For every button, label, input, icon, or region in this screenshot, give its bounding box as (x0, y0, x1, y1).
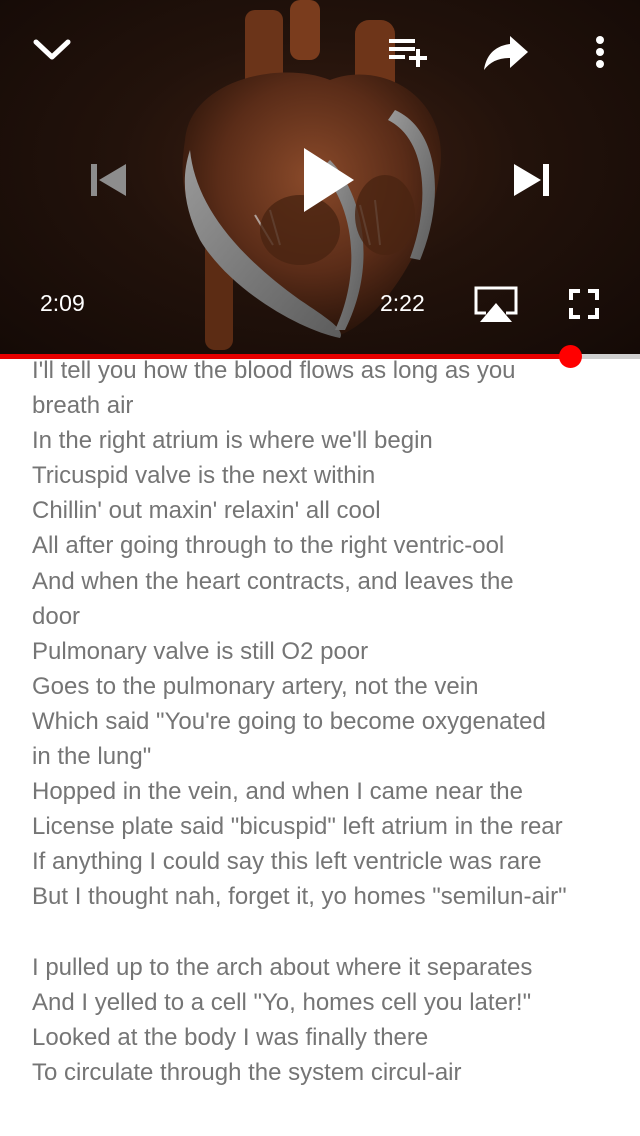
lyrics-line: If anything I could say this left ventri… (32, 848, 542, 876)
minimize-button[interactable] (28, 28, 76, 72)
lyrics-line: door (32, 602, 81, 630)
next-button[interactable] (506, 156, 558, 204)
more-options-button[interactable] (584, 30, 616, 74)
lyrics-line: Goes to the pulmonary artery, not the ve… (32, 672, 479, 700)
skip-previous-icon (91, 164, 126, 196)
lyrics-line: Pulmonary valve is still O2 poor (32, 637, 369, 665)
lyrics-description: I'll tell you how the blood flows as lon… (32, 353, 632, 1090)
lyrics-line: All after going through to the right ven… (32, 532, 505, 560)
lyrics-line: Hopped in the vein, and when I came near… (32, 778, 523, 806)
chevron-down-icon (33, 39, 71, 60)
lyrics-line: But I thought nah, forget it, yo homes "… (32, 883, 567, 911)
skip-next-icon (514, 164, 549, 196)
screen: 2:09 2:22 I'll tell you how the blood fl… (0, 0, 640, 1136)
video-player[interactable]: 2:09 2:22 (0, 0, 640, 356)
lyrics-line: I pulled up to the arch about where it s… (32, 953, 533, 981)
lyrics-line: And I yelled to a cell "Yo, homes cell y… (32, 988, 532, 1016)
lyrics-line: In the right atrium is where we'll begin (32, 427, 433, 455)
previous-button[interactable] (82, 156, 134, 204)
share-button[interactable] (478, 28, 534, 76)
airplay-button[interactable] (468, 282, 524, 326)
share-icon (484, 36, 528, 70)
lyrics-line: I'll tell you how the blood flows as lon… (32, 357, 516, 384)
lyrics-line: To circulate through the system circul-a… (32, 1058, 462, 1086)
duration: 2:22 (380, 290, 425, 316)
play-button[interactable] (288, 138, 368, 222)
more-vertical-icon (596, 36, 604, 68)
airplay-icon (474, 286, 518, 322)
lyrics-line: License plate said "bicuspid" left atriu… (32, 813, 563, 841)
current-time: 2:09 (40, 290, 85, 316)
fullscreen-icon (569, 289, 599, 319)
add-to-playlist-button[interactable] (384, 30, 432, 74)
lyrics-line: in the lung" (32, 743, 152, 771)
lyrics-line: Which said "You're going to become oxyge… (32, 707, 546, 735)
lyrics-line: Looked at the body I was finally there (32, 1023, 429, 1051)
playlist-add-icon (389, 39, 427, 67)
lyrics-line: Tricuspid valve is the next within (32, 462, 376, 490)
lyrics-line: Chillin' out maxin' relaxin' all cool (32, 497, 381, 525)
play-icon (304, 148, 354, 212)
lyrics-line: And when the heart contracts, and leaves… (32, 567, 514, 595)
lyrics-line: breath air (32, 392, 134, 420)
lyrics-blank-line (32, 915, 632, 950)
fullscreen-button[interactable] (562, 284, 606, 324)
